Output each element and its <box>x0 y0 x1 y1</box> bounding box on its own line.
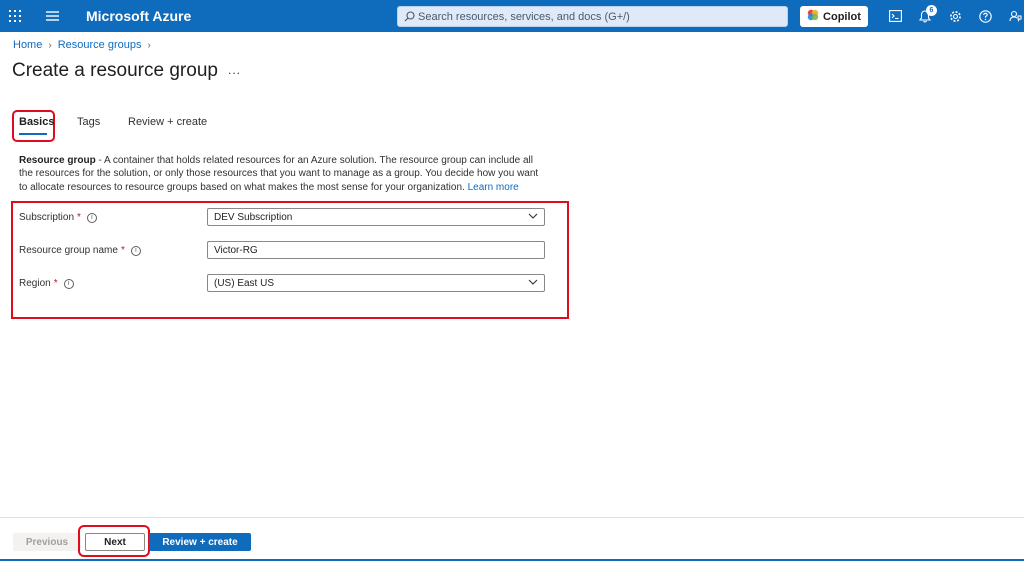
tab-review-create[interactable]: Review + create <box>128 116 207 128</box>
chevron-right-icon: › <box>48 39 52 51</box>
resource-group-name-label-text: Resource group name <box>19 245 118 256</box>
page-title: Create a resource group <box>12 60 218 81</box>
region-value: (US) East US <box>214 277 275 289</box>
required-marker: * <box>120 245 125 256</box>
tab-tags[interactable]: Tags <box>77 116 100 128</box>
description-text: - A container that holds related resourc… <box>19 155 539 193</box>
top-navigation-bar: Microsoft Azure Search resources, servic… <box>0 0 1024 32</box>
breadcrumb: Home › Resource groups › <box>13 39 151 51</box>
active-tab-indicator <box>19 133 47 135</box>
region-row: Region * i (US) East US <box>19 274 546 292</box>
description-heading: Resource group <box>19 155 96 166</box>
hamburger-menu-icon[interactable] <box>30 0 74 32</box>
resource-group-name-row: Resource group name * i Victor-RG <box>19 241 546 259</box>
resource-group-name-value: Victor-RG <box>214 244 258 256</box>
copilot-icon <box>807 9 819 24</box>
copilot-button[interactable]: Copilot <box>800 6 868 27</box>
previous-button[interactable]: Previous <box>13 533 81 551</box>
notification-count-badge: 6 <box>926 5 937 16</box>
region-dropdown[interactable]: (US) East US <box>207 274 545 292</box>
tab-basics[interactable]: Basics <box>19 116 55 135</box>
info-icon[interactable]: i <box>130 245 141 256</box>
required-marker: * <box>77 212 81 223</box>
breadcrumb-resource-groups-link[interactable]: Resource groups <box>58 39 142 51</box>
required-marker: * <box>53 278 58 289</box>
help-icon[interactable] <box>970 0 1000 32</box>
cloud-shell-icon[interactable] <box>880 0 910 32</box>
search-placeholder: Search resources, services, and docs (G+… <box>418 10 630 23</box>
resource-group-name-label: Resource group name * i <box>19 245 141 256</box>
chevron-down-icon <box>528 213 538 219</box>
info-icon[interactable]: i <box>63 278 74 289</box>
global-search-box[interactable]: Search resources, services, and docs (G+… <box>397 6 788 27</box>
region-label-text: Region <box>19 278 51 289</box>
resource-group-description: Resource group - A container that holds … <box>19 154 549 194</box>
more-options-icon[interactable]: ... <box>228 63 241 77</box>
copilot-label: Copilot <box>823 10 861 23</box>
topbar-actions: 6 <box>880 0 1024 32</box>
footer-divider <box>0 517 1024 518</box>
subscription-row: Subscription * i DEV Subscription <box>19 208 546 226</box>
subscription-label: Subscription * i <box>19 212 97 223</box>
bell-icon[interactable]: 6 <box>910 0 940 32</box>
chevron-down-icon <box>528 279 538 285</box>
review-create-button[interactable]: Review + create <box>149 533 251 551</box>
search-icon <box>400 11 418 22</box>
subscription-value: DEV Subscription <box>214 211 293 223</box>
chevron-right-icon: › <box>147 39 151 51</box>
resource-group-name-input[interactable]: Victor-RG <box>207 241 545 259</box>
tab-basics-label: Basics <box>19 116 55 128</box>
region-label: Region * i <box>19 278 74 289</box>
breadcrumb-home-link[interactable]: Home <box>13 39 42 51</box>
gear-icon[interactable] <box>940 0 970 32</box>
subscription-dropdown[interactable]: DEV Subscription <box>207 208 545 226</box>
next-button[interactable]: Next <box>85 533 145 551</box>
learn-more-link[interactable]: Learn more <box>468 182 519 193</box>
app-launcher-icon[interactable] <box>0 0 30 32</box>
feedback-icon[interactable] <box>1000 0 1024 32</box>
subscription-label-text: Subscription <box>19 212 75 223</box>
brand-title[interactable]: Microsoft Azure <box>86 8 191 24</box>
info-icon[interactable]: i <box>86 212 97 223</box>
